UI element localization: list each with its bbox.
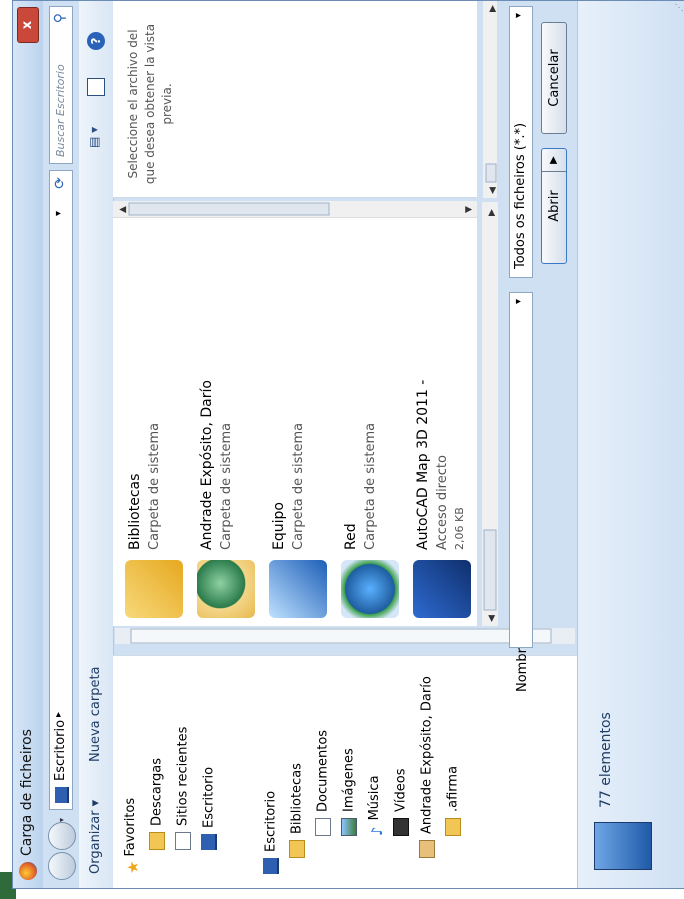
search-placeholder: Buscar Escritorio	[54, 64, 67, 157]
nav-sitios-recientes[interactable]: Sitios recientes	[175, 727, 191, 850]
file-list-horizontal-scrollbar[interactable]: ◀ ▶	[481, 202, 498, 626]
file-name-dropdown-icon[interactable]: ▾	[513, 299, 524, 304]
resize-grip-icon[interactable]: ⋰	[675, 3, 684, 12]
list-item[interactable]: Equipo Carpeta de sistema	[265, 222, 333, 622]
screenshot-root: { "window": { "title": "Carga de ficheir…	[0, 0, 684, 899]
desktop-icon	[201, 834, 217, 850]
help-icon[interactable]: ?	[87, 32, 105, 50]
libraries-icon	[289, 840, 305, 858]
address-bar: ▾ Escritorio ▸ ▾ ⟳ Buscar Escritorio ⚲	[43, 1, 79, 888]
refresh-icon[interactable]: ⟳	[52, 177, 68, 189]
command-toolbar: Organizar ▾ Nueva carpeta ▤ ▾ ?	[79, 1, 114, 888]
network-icon	[341, 560, 399, 618]
preview-pane-toggle-icon[interactable]	[87, 78, 105, 96]
back-button[interactable]	[48, 852, 76, 880]
file-open-dialog: Carga de ficheiros x ▾ Escritorio ▸ ▾ ⟳ …	[12, 0, 684, 889]
nav-musica[interactable]: ♪Música	[367, 775, 386, 836]
nav-documentos[interactable]: Documentos	[315, 730, 331, 836]
list-item[interactable]: AutoCAD Map 3D 2011 - Acceso directo 2,0…	[409, 222, 477, 622]
file-list: Bibliotecas Carpeta de sistema Andrade E…	[113, 202, 477, 626]
documents-icon	[315, 818, 331, 836]
computer-icon	[269, 560, 327, 618]
desktop-folder-large-icon	[594, 822, 652, 870]
item-name: AutoCAD Map 3D 2011 -	[415, 379, 431, 550]
downloads-folder-icon	[149, 832, 165, 850]
list-item[interactable]: Andrade Expósito, Darío Carpeta de siste…	[193, 222, 261, 622]
preview-message: Seleccione el archivo del que desea obte…	[126, 23, 174, 185]
new-folder-button[interactable]: Nueva carpeta	[88, 666, 103, 762]
recent-pages-dropdown-icon[interactable]: ▾	[57, 818, 66, 822]
search-icon[interactable]: ⚲	[52, 13, 68, 23]
item-name: Bibliotecas	[127, 473, 143, 550]
breadcrumb-escritorio[interactable]: Escritorio	[53, 720, 68, 781]
desktop-icon	[263, 858, 279, 874]
open-button[interactable]: Abrir ▶	[541, 148, 567, 264]
item-size: 2,06 KB	[453, 507, 466, 550]
path-dropdown-icon[interactable]: ▾	[53, 211, 64, 216]
file-type-dropdown-icon[interactable]: ▾	[513, 13, 524, 18]
organize-button[interactable]: Organizar ▾	[88, 800, 103, 874]
search-input[interactable]: Buscar Escritorio ⚲	[49, 6, 73, 164]
nav-descargas[interactable]: Descargas	[149, 758, 165, 850]
videos-icon	[393, 818, 409, 836]
nav-afirma[interactable]: .afirma	[445, 766, 461, 836]
forward-button[interactable]	[48, 822, 76, 850]
file-type-value: Todos os ficheiros (*.*)	[513, 122, 528, 269]
nav-videos[interactable]: Vídeos	[393, 769, 409, 836]
item-type: Carpeta de sistema	[219, 422, 234, 550]
title-bar[interactable]: Carga de ficheiros x	[13, 1, 43, 888]
item-name: Red	[343, 523, 359, 550]
music-icon: ♪	[367, 826, 386, 836]
change-view-button[interactable]: ▤ ▾	[87, 127, 101, 148]
background-strip	[0, 0, 12, 899]
autocad-icon	[413, 560, 471, 618]
star-icon: ★	[123, 860, 142, 874]
cancel-button[interactable]: Cancelar	[541, 22, 567, 134]
nav-favoritos[interactable]: ★Favoritos	[123, 798, 142, 874]
list-item[interactable]: Bibliotecas Carpeta de sistema	[121, 222, 189, 622]
pictures-icon	[341, 818, 357, 836]
close-button[interactable]: x	[17, 7, 39, 43]
file-type-select[interactable]: Todos os ficheiros (*.*) ▾	[509, 6, 533, 278]
item-type: Carpeta de sistema	[363, 422, 378, 550]
path-breadcrumb[interactable]: Escritorio ▸ ▾ ⟳	[49, 170, 73, 810]
item-type: Carpeta de sistema	[147, 422, 162, 550]
file-name-area: Nombre: ▾ Todos os ficheiros (*.*) ▾ Abr…	[497, 1, 577, 888]
window-title: Carga de ficheiros	[19, 729, 35, 856]
item-type: Acceso directo	[435, 455, 450, 550]
item-type: Carpeta de sistema	[291, 422, 306, 550]
item-name: Andrade Expósito, Darío	[199, 380, 215, 550]
file-name-input[interactable]: ▾	[509, 292, 533, 648]
folder-icon	[445, 818, 461, 836]
desktop-icon	[55, 787, 69, 803]
nav-escritorio[interactable]: Escritorio	[263, 791, 279, 874]
item-count: 77 elementos	[598, 712, 614, 808]
nav-imagenes[interactable]: Imágenes	[341, 748, 357, 836]
user-folder-icon	[419, 840, 435, 858]
nav-bibliotecas[interactable]: Bibliotecas	[289, 763, 305, 858]
details-pane: 77 elementos	[577, 1, 684, 888]
svg-text:▲: ▲	[118, 206, 128, 213]
item-name: Equipo	[271, 502, 287, 550]
file-list-vertical-scrollbar[interactable]: ▲ ▼	[113, 201, 477, 218]
nav-escritorio-fav[interactable]: Escritorio	[201, 767, 217, 850]
breadcrumb-separator-icon[interactable]: ▸	[53, 712, 64, 717]
firefox-icon	[19, 862, 37, 880]
open-split-arrow-icon[interactable]: ▶	[542, 149, 566, 172]
list-item[interactable]: Red Carpeta de sistema	[337, 222, 405, 622]
nav-user-folder[interactable]: Andrade Expósito, Darío	[419, 676, 435, 858]
recent-places-icon	[175, 832, 191, 850]
svg-text:◀: ◀	[487, 615, 497, 622]
open-button-label: Abrir	[547, 190, 562, 222]
preview-horizontal-scrollbar[interactable]: ◀ ▶	[483, 0, 498, 198]
user-folder-icon	[197, 560, 255, 618]
preview-pane: Seleccione el archivo del que desea obte…	[113, 0, 477, 198]
libraries-icon	[125, 560, 183, 618]
svg-text:▼: ▼	[464, 206, 474, 213]
svg-text:▶: ▶	[487, 209, 497, 216]
